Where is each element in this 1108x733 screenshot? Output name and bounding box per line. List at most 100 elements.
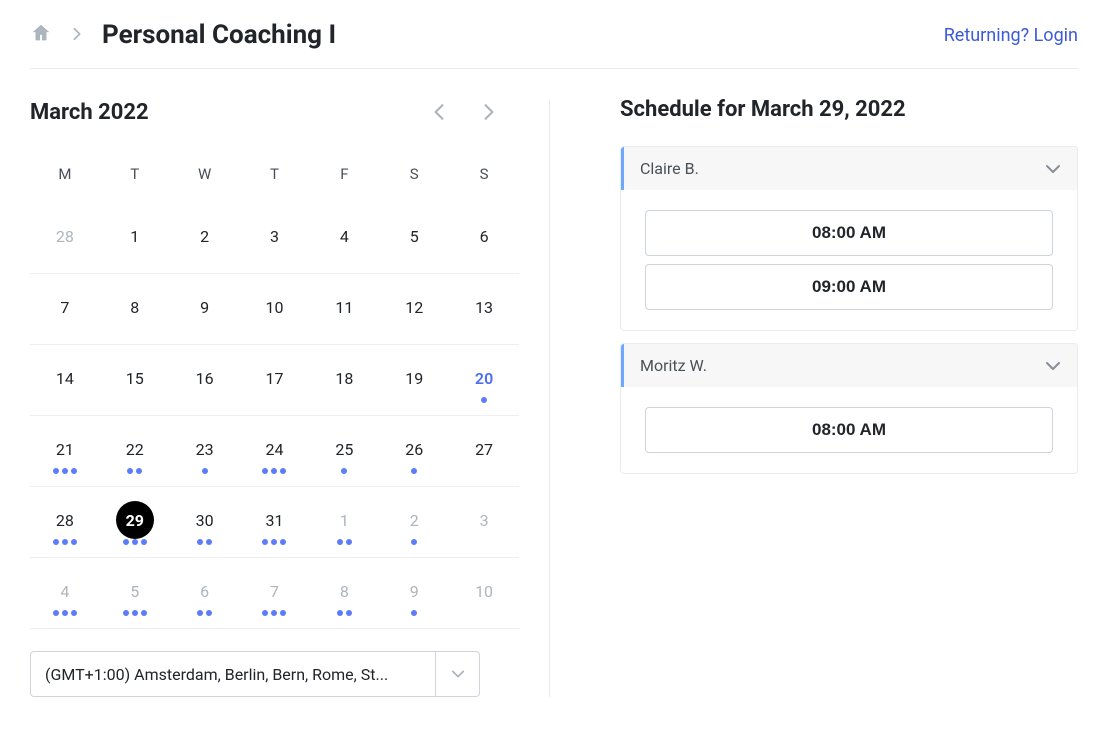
- calendar-day-header: W: [170, 165, 240, 203]
- calendar-day[interactable]: 28: [30, 203, 100, 273]
- calendar-day[interactable]: 5: [379, 203, 449, 273]
- calendar-day[interactable]: 27: [449, 416, 519, 486]
- calendar-day[interactable]: 8: [100, 274, 170, 344]
- calendar-day[interactable]: 19: [379, 345, 449, 415]
- availability-dots: [341, 468, 347, 474]
- calendar-day[interactable]: 6: [170, 558, 240, 628]
- calendar-day-number: 30: [186, 501, 224, 539]
- calendar-day-number: 7: [46, 288, 84, 326]
- calendar-day-number: 2: [395, 501, 433, 539]
- calendar-prev-button[interactable]: [429, 99, 449, 125]
- calendar-day-number: 3: [465, 501, 503, 539]
- header: Personal Coaching I Returning? Login: [30, 20, 1078, 69]
- availability-dots: [411, 468, 417, 474]
- breadcrumb: Personal Coaching I: [30, 20, 336, 50]
- calendar-day[interactable]: 12: [379, 274, 449, 344]
- calendar-day-number: 8: [116, 288, 154, 326]
- calendar-day[interactable]: 3: [449, 487, 519, 557]
- availability-dots: [411, 539, 417, 545]
- calendar-day-number: 25: [325, 430, 363, 468]
- calendar-day-number: 22: [116, 430, 154, 468]
- calendar-day[interactable]: 2: [170, 203, 240, 273]
- coach-card: Claire B. 08:00 AM 09:00 AM: [620, 146, 1078, 331]
- calendar-month-label: March 2022: [30, 100, 149, 125]
- chevron-down-icon: [435, 652, 479, 696]
- calendar-day[interactable]: 18: [309, 345, 379, 415]
- coach-name: Claire B.: [640, 159, 699, 178]
- calendar-day-number: 26: [395, 430, 433, 468]
- calendar-day[interactable]: 9: [170, 274, 240, 344]
- calendar-day[interactable]: 4: [30, 558, 100, 628]
- calendar-day[interactable]: 4: [309, 203, 379, 273]
- availability-dots: [197, 539, 212, 545]
- calendar-day-number: 18: [325, 359, 363, 397]
- calendar-day[interactable]: 30: [170, 487, 240, 557]
- page-title: Personal Coaching I: [102, 20, 336, 50]
- calendar-day[interactable]: 7: [240, 558, 310, 628]
- timezone-select[interactable]: (GMT+1:00) Amsterdam, Berlin, Bern, Rome…: [30, 651, 519, 697]
- calendar-day[interactable]: 22: [100, 416, 170, 486]
- calendar-day[interactable]: 5: [100, 558, 170, 628]
- calendar-day-number: 19: [395, 359, 433, 397]
- calendar-day-number: 5: [116, 572, 154, 610]
- coach-card: Moritz W. 08:00 AM: [620, 343, 1078, 474]
- time-slot-button[interactable]: 08:00 AM: [645, 407, 1053, 453]
- calendar-day[interactable]: 6: [449, 203, 519, 273]
- calendar-next-button[interactable]: [479, 99, 499, 125]
- chevron-right-icon: [72, 25, 82, 46]
- availability-dots: [53, 610, 77, 616]
- coach-header[interactable]: Moritz W.: [621, 344, 1077, 387]
- calendar-day-number: 10: [465, 572, 503, 610]
- calendar-day[interactable]: 1: [309, 487, 379, 557]
- time-slot-list: 08:00 AM: [621, 387, 1077, 473]
- calendar-day[interactable]: 2: [379, 487, 449, 557]
- calendar-day[interactable]: 26: [379, 416, 449, 486]
- calendar-day[interactable]: 21: [30, 416, 100, 486]
- calendar-day[interactable]: 1: [100, 203, 170, 273]
- calendar-day-number: 4: [46, 572, 84, 610]
- calendar-day[interactable]: 3: [240, 203, 310, 273]
- calendar-day[interactable]: 24: [240, 416, 310, 486]
- calendar-day[interactable]: 15: [100, 345, 170, 415]
- calendar-day-number: 15: [116, 359, 154, 397]
- availability-dots: [337, 539, 352, 545]
- calendar-header: March 2022: [30, 99, 519, 125]
- calendar-day[interactable]: 11: [309, 274, 379, 344]
- calendar-day[interactable]: 16: [170, 345, 240, 415]
- calendar-day-number: 29: [116, 501, 154, 539]
- calendar-day-number: 11: [325, 288, 363, 326]
- calendar-day[interactable]: 25: [309, 416, 379, 486]
- calendar-day-number: 10: [255, 288, 293, 326]
- calendar-day[interactable]: 8: [309, 558, 379, 628]
- login-link[interactable]: Returning? Login: [944, 25, 1078, 46]
- calendar-day[interactable]: 14: [30, 345, 100, 415]
- calendar-day[interactable]: 31: [240, 487, 310, 557]
- calendar-day[interactable]: 23: [170, 416, 240, 486]
- calendar-day[interactable]: 9: [379, 558, 449, 628]
- time-slot-button[interactable]: 08:00 AM: [645, 210, 1053, 256]
- calendar-day-number: 3: [255, 217, 293, 255]
- coach-header[interactable]: Claire B.: [621, 147, 1077, 190]
- calendar-day[interactable]: 10: [449, 558, 519, 628]
- availability-dots: [262, 610, 286, 616]
- calendar-day[interactable]: 28: [30, 487, 100, 557]
- home-icon[interactable]: [30, 22, 52, 48]
- calendar-day[interactable]: 10: [240, 274, 310, 344]
- calendar-day[interactable]: 13: [449, 274, 519, 344]
- calendar-day-number: 28: [46, 501, 84, 539]
- calendar-day[interactable]: 17: [240, 345, 310, 415]
- calendar-day-number: 7: [255, 572, 293, 610]
- time-slot-button[interactable]: 09:00 AM: [645, 264, 1053, 310]
- calendar-day[interactable]: 7: [30, 274, 100, 344]
- calendar-day[interactable]: 20: [449, 345, 519, 415]
- availability-dots: [481, 397, 487, 403]
- availability-dots: [53, 468, 77, 474]
- calendar-day-number: 6: [186, 572, 224, 610]
- calendar-day-header: S: [379, 165, 449, 203]
- coach-name: Moritz W.: [640, 356, 707, 375]
- calendar-day[interactable]: 29: [100, 487, 170, 557]
- schedule-title: Schedule for March 29, 2022: [620, 97, 1078, 122]
- calendar-day-number: 1: [325, 501, 363, 539]
- availability-dots: [262, 468, 286, 474]
- calendar-day-header: S: [449, 165, 519, 203]
